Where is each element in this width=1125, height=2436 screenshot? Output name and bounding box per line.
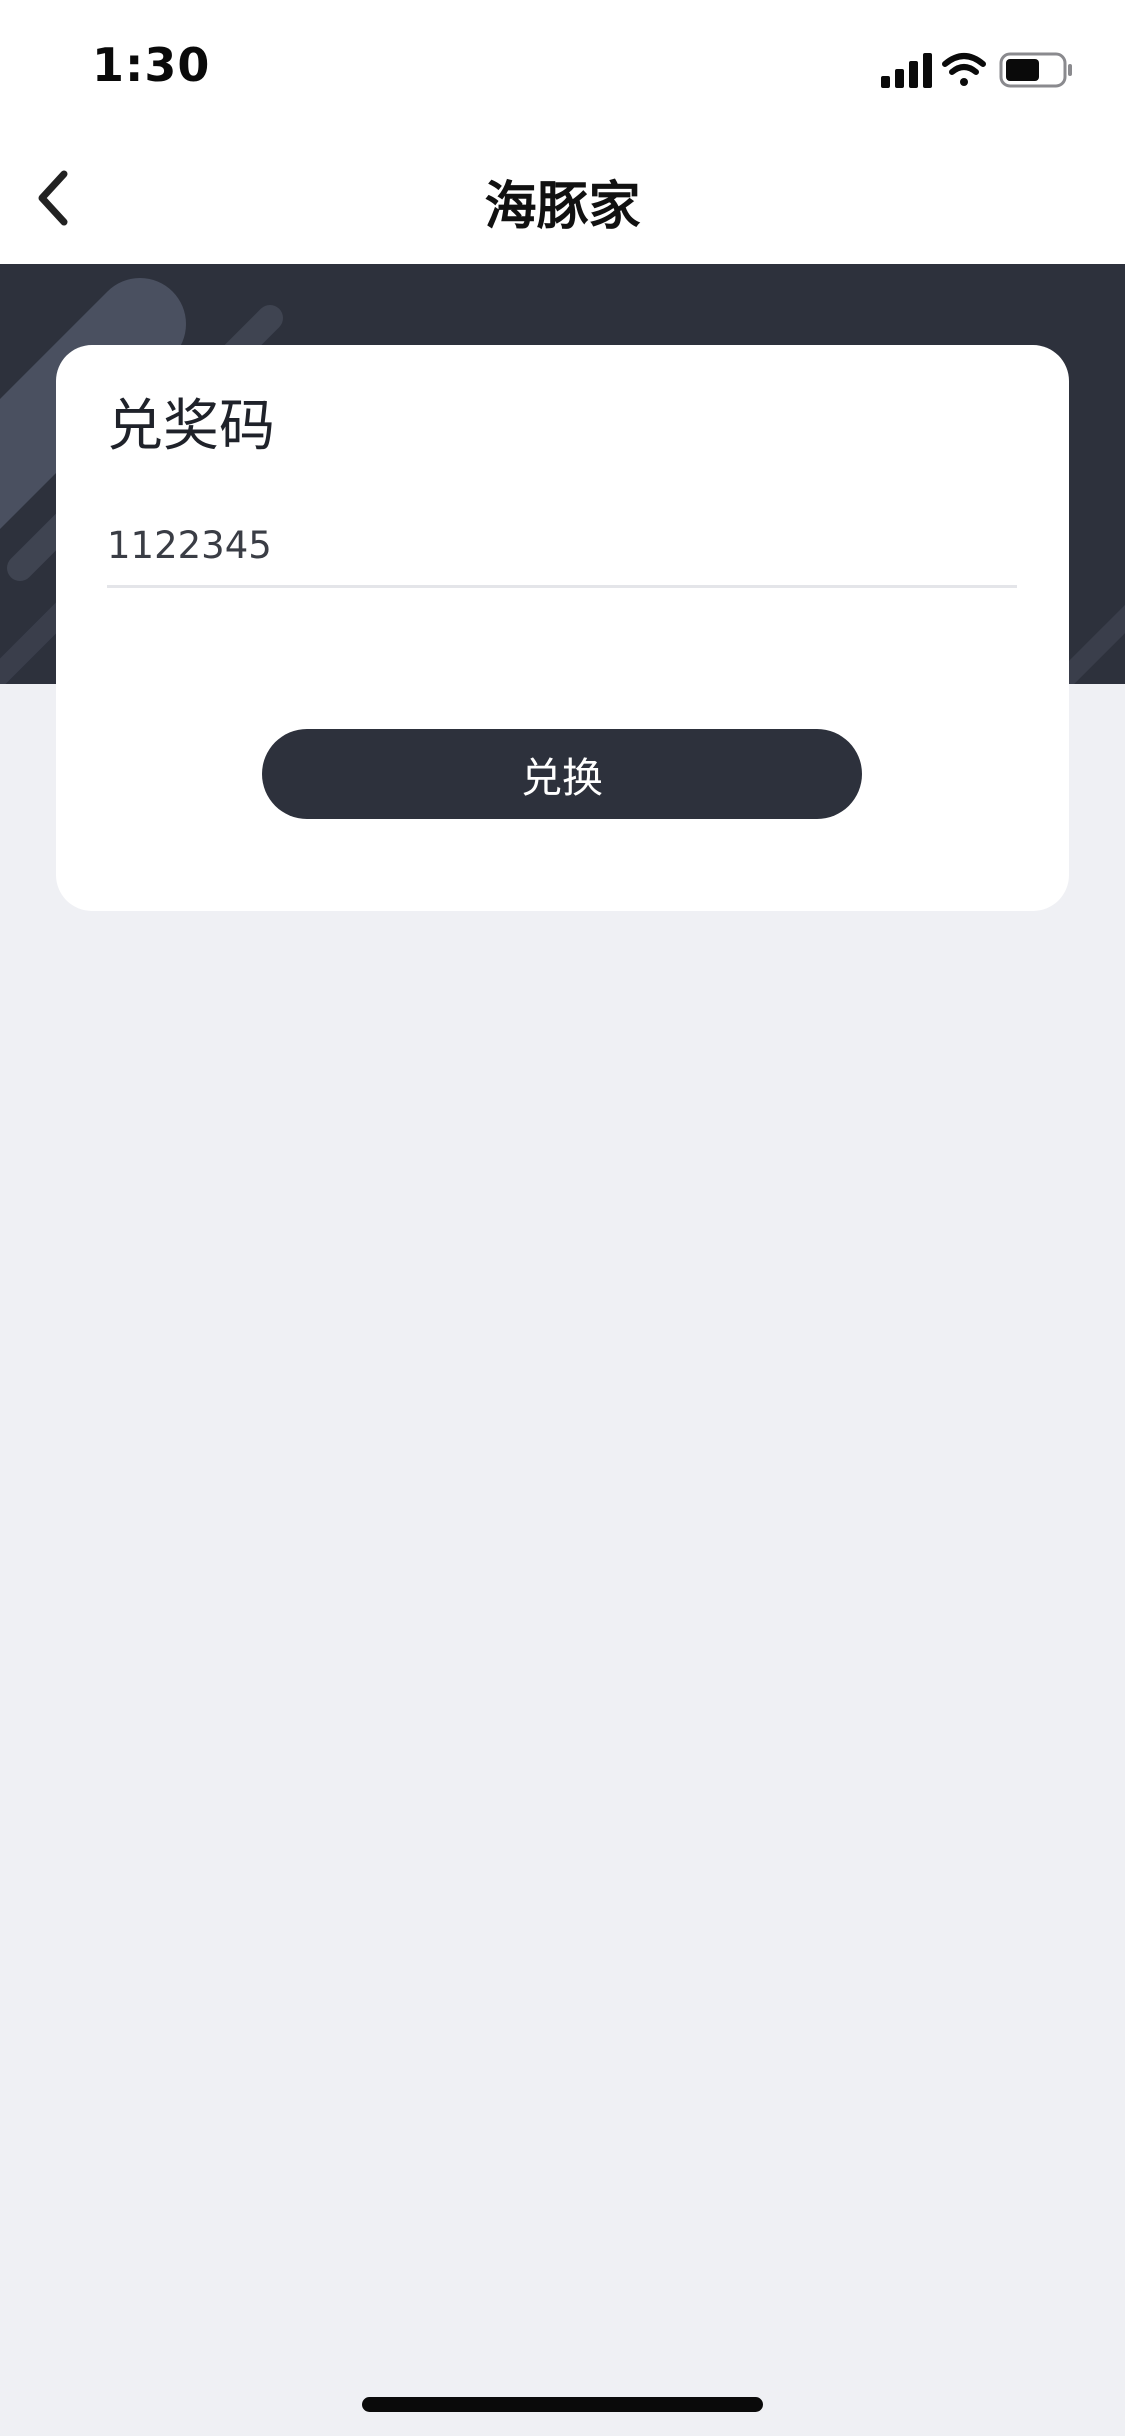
navigation-bar: 海豚家 xyxy=(0,132,1125,264)
redeem-button[interactable]: 兑换 xyxy=(262,729,862,819)
status-time: 1:30 xyxy=(92,38,211,92)
cellular-signal-icon xyxy=(881,53,932,88)
card-title: 兑奖码 xyxy=(107,394,275,459)
battery-icon xyxy=(999,52,1072,88)
status-icons xyxy=(881,50,1081,90)
wifi-icon xyxy=(942,53,986,86)
status-bar: 1:30 xyxy=(0,0,1125,132)
home-indicator[interactable] xyxy=(362,2397,763,2412)
redeem-code-input[interactable] xyxy=(107,505,1017,588)
page-title: 海豚家 xyxy=(484,177,641,237)
redeem-code-card: 兑奖码 兑换 xyxy=(56,345,1069,911)
